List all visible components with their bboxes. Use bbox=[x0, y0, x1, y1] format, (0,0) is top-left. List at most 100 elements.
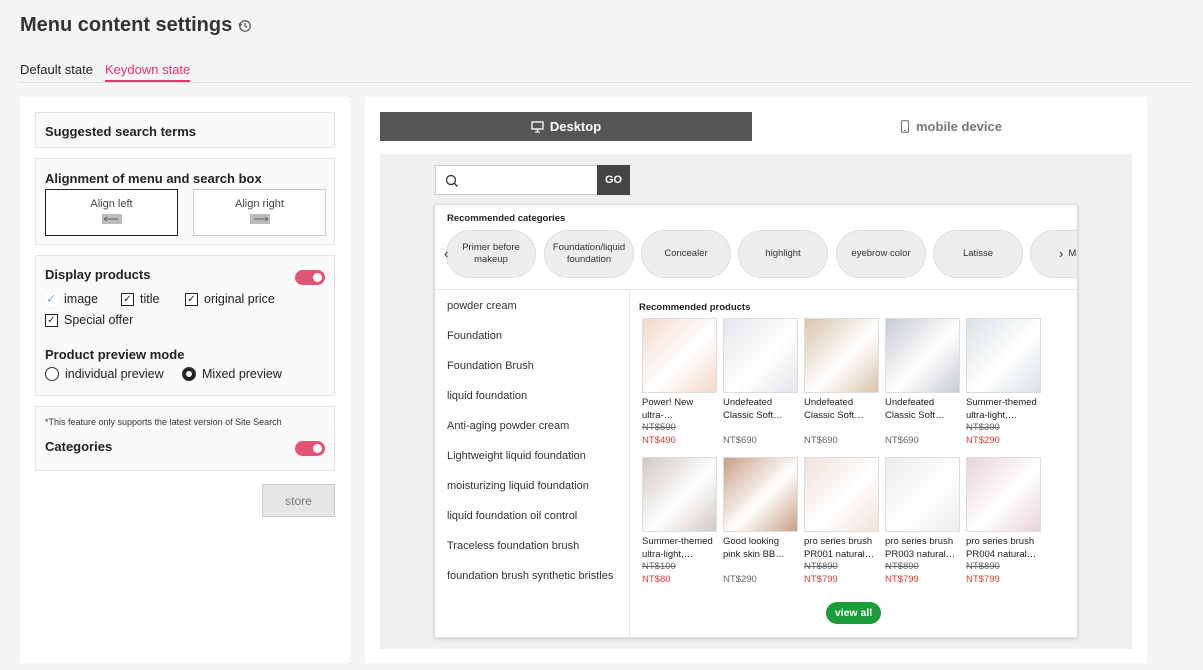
product-card[interactable]: Undefeated Classic Soft Mis… NT$690 bbox=[804, 318, 879, 447]
align-left-option[interactable]: Align left bbox=[45, 189, 178, 236]
product-original-price: NT$590 bbox=[642, 422, 676, 433]
product-name[interactable]: Summer-themed ultra-light,… bbox=[642, 536, 717, 561]
tab-mobile-device[interactable]: mobile device bbox=[765, 112, 1137, 141]
suggestion-item[interactable]: Foundation bbox=[447, 329, 622, 344]
category-chip[interactable]: highlight bbox=[738, 230, 828, 278]
preview-mixed-radio[interactable]: Mixed preview bbox=[182, 367, 282, 381]
suggestion-item[interactable]: Foundation Brush bbox=[447, 359, 622, 374]
tab-desktop[interactable]: Desktop bbox=[380, 112, 752, 141]
suggested-search-terms-card[interactable]: Suggested search terms bbox=[35, 112, 335, 148]
suggested-search-terms-title: Suggested search terms bbox=[45, 124, 197, 139]
preview-panel: Desktop mobile device GO Recommended cat… bbox=[365, 97, 1147, 663]
product-card[interactable]: Undefeated Classic Soft Mis… NT$690 bbox=[885, 318, 960, 447]
product-image[interactable] bbox=[642, 318, 717, 393]
product-name[interactable]: Good looking pink skin BB… bbox=[723, 536, 798, 561]
suggestion-item[interactable]: liquid foundation oil control bbox=[447, 509, 622, 524]
product-card[interactable]: Good looking pink skin BB… NT$290 bbox=[723, 457, 798, 586]
product-price: NT$80 bbox=[642, 574, 671, 585]
divider bbox=[435, 289, 1077, 290]
product-name[interactable]: pro series brush PR003 natural… bbox=[885, 536, 960, 561]
page-title-text: Menu content settings bbox=[20, 14, 233, 36]
suggestion-item[interactable]: Anti-aging powder cream bbox=[447, 419, 622, 434]
product-original-price: NT$890 bbox=[804, 561, 838, 572]
preview-mixed-label: Mixed preview bbox=[202, 367, 282, 381]
checkbox-checked-icon: ✓ bbox=[121, 292, 134, 306]
categories-title: Categories bbox=[45, 439, 113, 454]
product-name[interactable]: Power! New ultra-concealing… bbox=[642, 397, 717, 422]
go-button[interactable]: GO bbox=[597, 165, 630, 195]
preview-mode-title: Product preview mode bbox=[45, 347, 185, 362]
option-image-label: image bbox=[64, 292, 99, 306]
suggestion-item[interactable]: liquid foundation bbox=[447, 389, 622, 404]
product-card[interactable]: Undefeated Classic Soft Mis… NT$690 bbox=[723, 318, 798, 447]
category-chip[interactable]: Foundation/liquid foundation bbox=[544, 230, 634, 278]
category-chip[interactable]: Latisse bbox=[933, 230, 1023, 278]
align-left-label: Align left bbox=[90, 198, 133, 210]
suggestion-item[interactable]: powder cream bbox=[447, 299, 622, 314]
category-chip[interactable]: Ma bbox=[1030, 230, 1077, 278]
product-name[interactable]: pro series brush PR004 natural… bbox=[966, 536, 1041, 561]
preview-individual-radio[interactable]: individual preview bbox=[45, 367, 164, 381]
option-special-offer[interactable]: ✓ Special offer bbox=[45, 313, 133, 327]
suggestion-item[interactable]: foundation brush synthetic bristles bbox=[447, 569, 622, 584]
product-price: NT$799 bbox=[966, 574, 1000, 585]
search-input[interactable] bbox=[435, 165, 598, 195]
alignment-card: Alignment of menu and search box Align l… bbox=[35, 158, 335, 245]
product-name[interactable]: Undefeated Classic Soft Mis… bbox=[723, 397, 798, 422]
store-button[interactable]: store bbox=[262, 484, 335, 517]
category-chip[interactable]: Primer before makeup bbox=[446, 230, 536, 278]
product-original-price: NT$100 bbox=[642, 561, 676, 572]
product-name[interactable]: Undefeated Classic Soft Mis… bbox=[885, 397, 960, 422]
category-chip[interactable]: eyebrow color bbox=[836, 230, 926, 278]
product-image[interactable] bbox=[966, 457, 1041, 532]
category-chip[interactable]: Concealer bbox=[641, 230, 731, 278]
product-name[interactable]: Summer-themed ultra-light,… bbox=[966, 397, 1041, 422]
checkbox-checked-icon: ✓ bbox=[45, 313, 58, 327]
product-image[interactable] bbox=[885, 318, 960, 393]
view-all-button[interactable]: view all bbox=[826, 602, 881, 624]
tab-default-state[interactable]: Default state bbox=[20, 56, 93, 82]
option-original-price[interactable]: ✓ original price bbox=[185, 292, 275, 306]
check-icon: ✓ bbox=[45, 291, 58, 306]
product-image[interactable] bbox=[804, 318, 879, 393]
product-price: NT$290 bbox=[723, 574, 757, 585]
product-price: NT$690 bbox=[804, 435, 838, 446]
display-products-toggle[interactable] bbox=[295, 270, 325, 285]
search-icon bbox=[445, 174, 458, 187]
phone-icon bbox=[900, 120, 910, 133]
search-dropdown: Recommended categories Primer before mak… bbox=[434, 204, 1078, 638]
option-image[interactable]: ✓ image bbox=[45, 291, 99, 306]
option-title[interactable]: ✓ title bbox=[121, 292, 159, 306]
product-card[interactable]: Summer-themed ultra-light,… NT$390 NT$290 bbox=[966, 318, 1041, 447]
product-card[interactable]: pro series brush PR003 natural… NT$890 NT$… bbox=[885, 457, 960, 586]
suggestion-item[interactable]: Lightweight liquid foundation bbox=[447, 449, 622, 464]
radio-on-icon bbox=[182, 367, 196, 381]
history-icon[interactable] bbox=[238, 19, 252, 33]
align-right-label: Align right bbox=[235, 198, 284, 210]
product-card[interactable]: pro series brush PR001 natural… NT$890 NT$… bbox=[804, 457, 879, 586]
chevron-left-icon[interactable]: ‹ bbox=[444, 247, 454, 260]
product-image[interactable] bbox=[723, 457, 798, 532]
product-image[interactable] bbox=[966, 318, 1041, 393]
product-image[interactable] bbox=[642, 457, 717, 532]
product-image[interactable] bbox=[723, 318, 798, 393]
align-left-icon bbox=[101, 214, 122, 224]
product-card[interactable]: pro series brush PR004 natural… NT$890 NT$… bbox=[966, 457, 1041, 586]
align-right-icon bbox=[249, 214, 270, 224]
chevron-right-icon[interactable]: › bbox=[1059, 247, 1069, 260]
product-card[interactable]: Summer-themed ultra-light,… NT$100 NT$80 bbox=[642, 457, 717, 586]
align-right-option[interactable]: Align right bbox=[193, 189, 326, 236]
product-name[interactable]: Undefeated Classic Soft Mis… bbox=[804, 397, 879, 422]
monitor-icon bbox=[531, 120, 544, 133]
product-image[interactable] bbox=[804, 457, 879, 532]
suggestion-item[interactable]: moisturizing liquid foundation bbox=[447, 479, 622, 494]
product-name[interactable]: pro series brush PR001 natural… bbox=[804, 536, 879, 561]
categories-toggle[interactable] bbox=[295, 441, 325, 456]
product-card[interactable]: Power! New ultra-concealing…NT$590 NT$490 bbox=[642, 318, 717, 447]
categories-card: *This feature only supports the latest v… bbox=[35, 406, 335, 471]
suggestion-item[interactable]: Traceless foundation brush bbox=[447, 539, 622, 554]
tab-keydown-state[interactable]: Keydown state bbox=[105, 56, 191, 82]
product-image[interactable] bbox=[885, 457, 960, 532]
